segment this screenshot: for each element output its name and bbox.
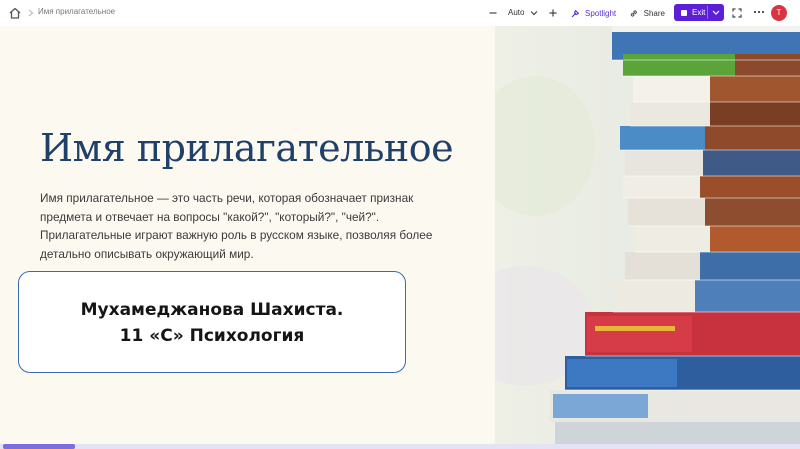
share-label: Share [643,8,665,18]
author-class: 11 «С» Психология [119,326,305,346]
slide-progress-bar[interactable] [0,444,800,449]
slide-title: Имя прилагательное [40,126,454,170]
author-card: Мухамеджанова Шахиста. 11 «С» Психология [18,271,406,373]
books-image [495,26,800,444]
stop-icon [681,9,687,16]
zoom-out-button[interactable] [486,4,500,22]
top-toolbar: Имя прилагательное Auto Spotlight Share … [0,0,800,26]
exit-label: Exit [692,8,706,17]
book-stack-illustration [495,26,800,444]
fullscreen-icon[interactable] [731,7,743,19]
spotlight-label: Spotlight [585,8,617,18]
exit-divider [707,6,708,19]
breadcrumb[interactable]: Имя прилагательное [38,7,115,16]
exit-button[interactable]: Exit [674,4,724,21]
zoom-level[interactable]: Auto [508,8,524,17]
chevron-right-icon [28,9,34,17]
zoom-in-button[interactable] [546,4,560,22]
slide: Имя прилагательное Имя прилагательное — … [0,26,800,444]
slide-progress-fill [3,444,75,449]
home-icon[interactable] [8,6,22,20]
minus-icon [489,12,497,14]
author-name: Мухамеджанова Шахиста. [80,300,344,320]
plus-icon [549,9,557,17]
link-icon [630,9,637,17]
chevron-down-icon[interactable] [711,7,721,18]
avatar[interactable]: T [771,5,787,21]
share-button[interactable]: Share [627,4,665,22]
spotlight-button[interactable]: Spotlight [568,4,618,22]
spotlight-icon [571,9,580,17]
chevron-down-icon[interactable] [529,7,539,19]
more-icon[interactable] [752,4,766,22]
zoom-control: Auto [486,4,562,22]
slide-body: Имя прилагательное — это часть речи, кот… [40,191,433,261]
